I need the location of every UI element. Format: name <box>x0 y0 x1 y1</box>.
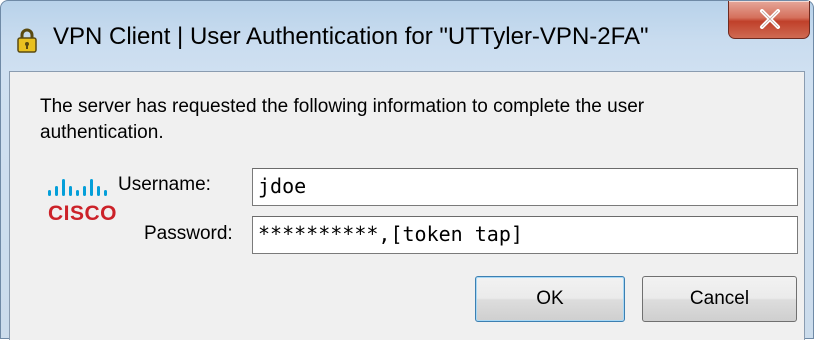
window-title: VPN Client | User Authentication for "UT… <box>53 23 649 50</box>
cisco-wordmark: CISCO <box>48 202 118 225</box>
username-field[interactable]: jdoe <box>252 168 798 206</box>
close-button[interactable] <box>728 1 810 39</box>
auth-message: The server has requested the following i… <box>40 96 645 143</box>
vpn-auth-window: VPN Client | User Authentication for "UT… <box>0 0 814 340</box>
vpn-lock-icon <box>13 27 41 55</box>
dialog-body: The server has requested the following i… <box>9 71 805 340</box>
title-bar[interactable]: VPN Client | User Authentication for "UT… <box>1 1 813 71</box>
ok-button[interactable]: OK <box>475 276 625 322</box>
password-field[interactable]: **********,[token tap] <box>252 216 798 254</box>
password-label: Password: <box>144 223 233 244</box>
username-label: Username: <box>118 174 211 195</box>
cancel-button[interactable]: Cancel <box>642 276 797 322</box>
close-icon <box>760 9 780 29</box>
